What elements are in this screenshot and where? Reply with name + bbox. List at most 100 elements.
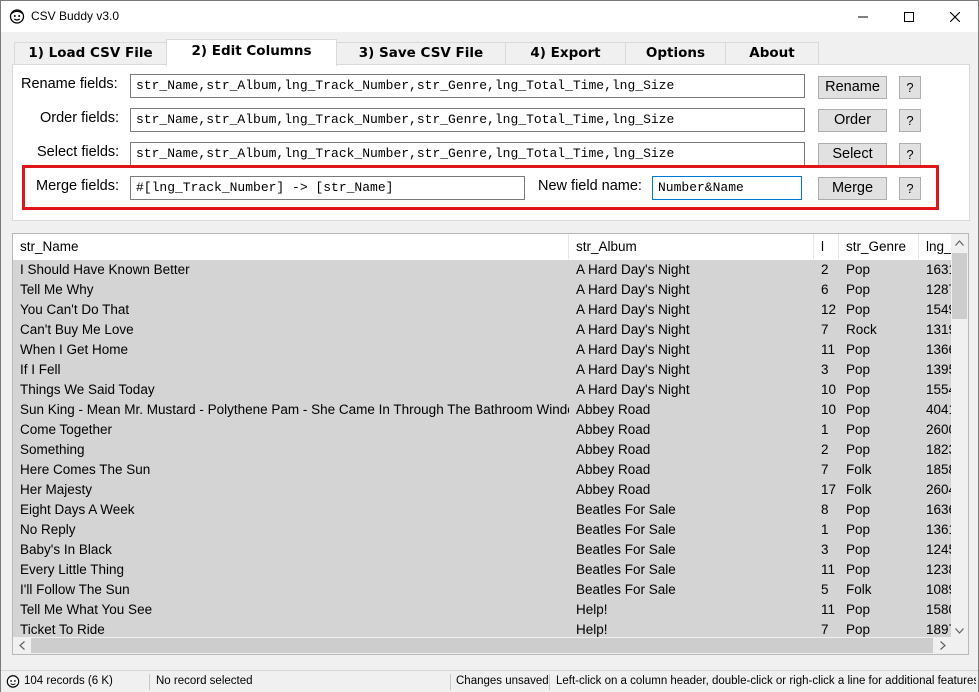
table-row[interactable]: If I Fell A Hard Day's Night 3 Pop 1395 [13, 360, 953, 380]
table-row[interactable]: You Can't Do That A Hard Day's Night 12 Pop… [13, 300, 953, 320]
table-row[interactable]: Come Together Abbey Road 1 Pop 2600 [13, 420, 953, 440]
close-button[interactable] [932, 1, 978, 32]
table-row[interactable]: Sun King - Mean Mr. Mustard - Polythene … [13, 400, 953, 420]
table-row[interactable]: No Reply Beatles For Sale 1 Pop 1361 [13, 520, 953, 540]
table-cell: Abbey Road [576, 422, 651, 437]
table-cell: Things We Said Today [20, 382, 155, 397]
table-cell: A Hard Day's Night [576, 302, 690, 317]
tab-edit-columns[interactable]: 2) Edit Columns [166, 39, 337, 66]
table-cell: 1554 [926, 382, 953, 397]
table-cell: Pop [846, 282, 871, 297]
app-logo-icon [6, 674, 20, 688]
table-cell: 2600 [926, 422, 953, 437]
minimize-button[interactable] [840, 1, 886, 32]
tab-load-csv[interactable]: 1) Load CSV File [14, 42, 167, 64]
table-row[interactable]: Can't Buy Me Love A Hard Day's Night 7 Rock… [13, 320, 953, 340]
title-bar: CSV Buddy v3.0 [1, 1, 978, 32]
table-cell: You Can't Do That [20, 302, 130, 317]
tab-about[interactable]: About [725, 42, 819, 64]
table-cell: Pop [846, 402, 871, 417]
order-fields-input[interactable]: str_Name,str_Album,lng_Track_Number,str_… [130, 108, 805, 132]
table-row[interactable]: Tell Me What You See Help! 11 Pop 1580 [13, 600, 953, 620]
app-window: CSV Buddy v3.0 1) Load CSV File 2) Edit … [0, 0, 979, 692]
table-cell: 1245 [926, 542, 953, 557]
hint-text: Left-click on a column header, double-cl… [556, 675, 976, 687]
table-cell: 1319 [926, 322, 953, 337]
table-cell: 1395 [926, 362, 953, 377]
rename-fields-input[interactable]: str_Name,str_Album,lng_Track_Number,str_… [130, 74, 805, 98]
table-cell: A Hard Day's Night [576, 362, 690, 377]
table-cell: Beatles For Sale [576, 502, 676, 517]
table-cell: 10 [821, 402, 837, 417]
table-cell: 1238 [926, 562, 953, 577]
changes-status: Changes unsaved [456, 675, 549, 687]
table-cell: Sun King - Mean Mr. Mustard - Polythene … [20, 402, 569, 417]
table-row[interactable]: When I Get Home A Hard Day's Night 11 Pop 13… [13, 340, 953, 360]
rename-help-button[interactable]: ? [899, 76, 921, 99]
vertical-scroll-thumb[interactable] [952, 253, 967, 319]
records-list[interactable]: str_Name str_Album l str_Genre lng_ I Sh… [12, 233, 969, 655]
table-cell: Beatles For Sale [576, 542, 676, 557]
table-cell: A Hard Day's Night [576, 322, 690, 337]
select-help-button[interactable]: ? [899, 143, 921, 166]
maximize-button[interactable] [886, 1, 932, 32]
table-cell: Beatles For Sale [576, 582, 676, 597]
table-cell: 10 [821, 382, 837, 397]
table-cell: Abbey Road [576, 462, 651, 477]
tab-options[interactable]: Options [625, 42, 726, 64]
table-cell: Pop [846, 522, 871, 537]
table-cell: Beatles For Sale [576, 522, 676, 537]
table-cell: Rock [846, 322, 877, 337]
table-cell: Abbey Road [576, 442, 651, 457]
table-row[interactable]: Something Abbey Road 2 Pop 1823 [13, 440, 953, 460]
table-cell: 6 [821, 282, 829, 297]
table-cell: 1823 [926, 442, 953, 457]
column-header[interactable]: l [814, 234, 839, 259]
order-button[interactable]: Order [818, 109, 887, 132]
vertical-scrollbar[interactable] [951, 234, 968, 639]
table-row[interactable]: Every Little Thing Beatles For Sale 11 Pop 1… [13, 560, 953, 580]
table-cell: 1287 [926, 282, 953, 297]
column-header[interactable]: str_Genre [839, 234, 919, 259]
rename-button[interactable]: Rename [818, 76, 887, 99]
table-cell: Pop [846, 502, 871, 517]
table-row[interactable]: I Should Have Known Better A Hard Day's N… [13, 260, 953, 280]
table-cell: 3 [821, 542, 829, 557]
table-cell: 1 [821, 422, 829, 437]
scroll-corner [951, 637, 968, 654]
table-row[interactable]: Baby's In Black Beatles For Sale 3 Pop 1245 [13, 540, 953, 560]
table-cell: Here Comes The Sun [20, 462, 151, 477]
horizontal-scroll-thumb[interactable] [31, 638, 933, 653]
table-cell: A Hard Day's Night [576, 342, 690, 357]
table-cell: Pop [846, 602, 871, 617]
table-cell: 1858 [926, 462, 953, 477]
table-row[interactable]: Here Comes The Sun Abbey Road 7 Folk 1858 [13, 460, 953, 480]
order-help-button[interactable]: ? [899, 109, 921, 132]
tab-save-csv[interactable]: 3) Save CSV File [336, 42, 506, 64]
select-fields-input[interactable]: str_Name,str_Album,lng_Track_Number,str_… [130, 142, 805, 166]
horizontal-scrollbar[interactable] [13, 637, 951, 654]
table-cell: I'll Follow The Sun [20, 582, 130, 597]
table-cell: 1361 [926, 522, 953, 537]
table-cell: No Reply [20, 522, 76, 537]
scroll-up-arrow-icon[interactable] [951, 234, 968, 251]
table-row[interactable]: Her Majesty Abbey Road 17 Folk 2604 [13, 480, 953, 500]
table-row[interactable]: I'll Follow The Sun Beatles For Sale 5 Folk… [13, 580, 953, 600]
column-header[interactable]: str_Name [13, 234, 569, 259]
selection-status: No record selected [156, 675, 253, 687]
tab-export[interactable]: 4) Export [505, 42, 626, 64]
scroll-right-arrow-icon[interactable] [934, 637, 951, 654]
table-row[interactable]: Things We Said Today A Hard Day's Night 10… [13, 380, 953, 400]
table-cell: 11 [821, 562, 836, 577]
table-row[interactable]: Tell Me Why A Hard Day's Night 6 Pop 1287 [13, 280, 953, 300]
order-fields-label: Order fields: [40, 110, 119, 126]
table-cell: When I Get Home [20, 342, 129, 357]
column-header[interactable]: str_Album [569, 234, 814, 259]
table-cell: A Hard Day's Night [576, 262, 690, 277]
table-cell: I Should Have Known Better [20, 262, 190, 277]
scroll-left-arrow-icon[interactable] [13, 637, 30, 654]
select-button[interactable]: Select [818, 143, 887, 166]
table-row[interactable]: Eight Days A Week Beatles For Sale 8 Pop 163… [13, 500, 953, 520]
table-cell: 5 [821, 582, 829, 597]
table-cell: 2604 [926, 482, 953, 497]
